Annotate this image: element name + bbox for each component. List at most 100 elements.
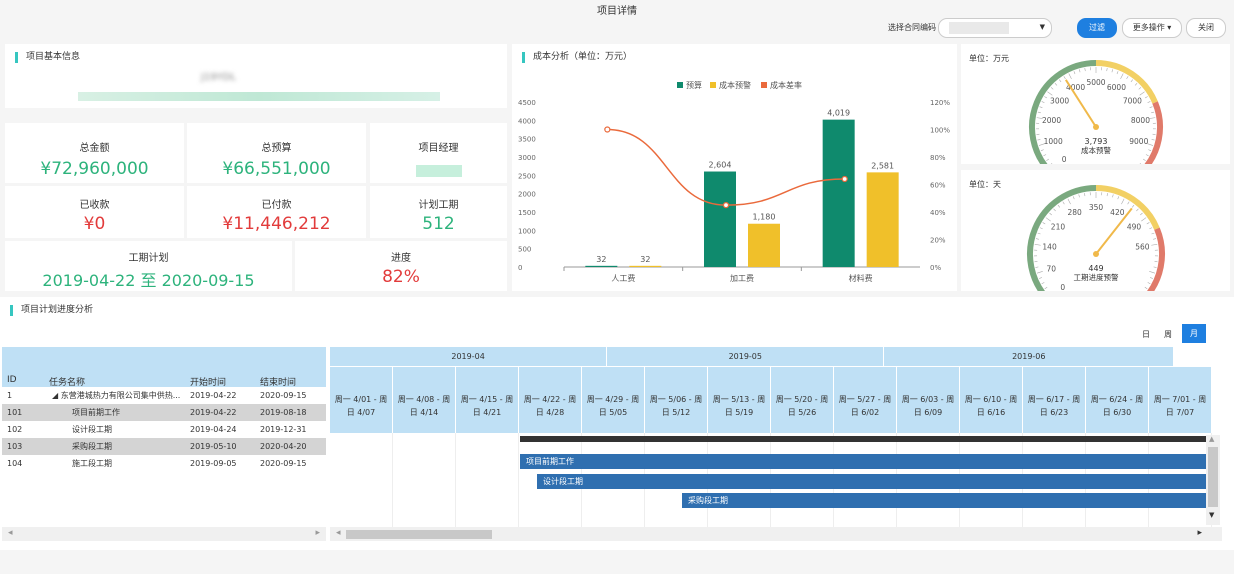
cell-end: 2020-09-15 [260,459,307,468]
y2-tick-label: 100% [930,127,950,135]
week-gridline [392,433,393,527]
timeline-v-scrollbar[interactable]: ▲ ▼ [1206,435,1220,525]
gauge-tick [1037,111,1041,114]
table-row[interactable]: 103 采购段工期 2019-05-10 2020-04-20 [2,438,326,455]
y-tick-label: 4000 [518,117,536,125]
bar[interactable] [866,172,899,267]
gauge-tick-label: 1000 [1044,137,1063,146]
cell-id: 1 [7,391,13,400]
week-header: 周一 6/17 - 周日 6/23 [1023,367,1085,433]
legend-label[interactable]: 成本预警 [719,80,751,90]
bar[interactable] [629,265,662,267]
bar[interactable] [704,171,736,267]
gauge-tick-label: 70 [1047,265,1057,274]
gauge-tick-label: 2000 [1042,116,1061,125]
gantt-bar-design[interactable]: 设计段工期 [537,474,1206,489]
received-label: 已收款 [79,200,110,211]
legend-swatch[interactable] [710,82,716,88]
legend-swatch[interactable] [761,82,767,88]
y-tick-label: 1000 [518,227,536,235]
gauge-band [1146,227,1165,291]
gauge-tick [1106,193,1108,197]
bar[interactable] [585,265,618,267]
grid-scrollbar[interactable]: ◂ ▸ [2,527,326,541]
cell-end: 2019-08-18 [260,408,307,417]
cell-name: 项目前期工作 [72,408,120,417]
gantt-bar-pre-work[interactable]: 项目前期工作 [520,454,1206,469]
gauge-tick [1063,76,1066,80]
rate-point[interactable] [841,175,848,183]
contract-select[interactable]: ▼ [938,18,1052,38]
scroll-right-icon[interactable]: ▸ [315,528,320,538]
filter-button[interactable]: 过滤 [1077,18,1117,38]
week-header: 周一 4/15 - 周日 4/21 [456,367,518,433]
gauge-tick-label: 0 [1062,155,1067,164]
table-row[interactable]: 1 ◢ 东营港城热力有限公司集中供热... 2019-04-22 2020-09-15 [2,387,326,404]
bar[interactable] [748,223,780,267]
gauge-tick [1058,79,1062,83]
gauge-tick [1142,158,1146,161]
y2-tick-label: 20% [930,237,946,245]
gauge-tick [1047,91,1053,96]
month-header: 2019-06 [884,347,1174,366]
gauge-tick-label: 7000 [1123,97,1142,106]
table-row[interactable]: 102 设计段工期 2019-04-24 2019-12-31 [2,421,326,438]
y-tick-label: 0 [518,264,522,272]
project-manager-card: 项目经理 [370,123,507,183]
cell-start: 2019-05-10 [190,442,237,451]
scroll-left-icon[interactable]: ◂ [8,528,13,538]
x-tick-label: 材料费 [849,273,873,283]
gauge-tick [1151,139,1155,141]
timeline-h-scrollbar[interactable]: ◂ ▸ [330,527,1222,541]
gauge-tick-label: 140 [1042,243,1057,252]
total-budget-value: ¥66,551,000 [222,159,331,179]
cell-start: 2019-04-22 [190,391,237,400]
view-week-button[interactable]: 周 [1160,327,1176,342]
scroll-down-icon[interactable]: ▼ [1209,511,1214,519]
gauge-tick [1147,282,1151,285]
gantt-bar-procurement[interactable]: 采购段工期 [682,493,1206,508]
gauge-tick [1149,271,1156,274]
schedule-value: 2019-04-22 至 2020-09-15 [42,271,255,290]
gauge-tick [1146,222,1150,225]
received-value: ¥0 [83,214,106,234]
cell-start: 2019-04-24 [190,425,237,434]
legend-label[interactable]: 成本差率 [770,80,802,90]
legend-swatch[interactable] [677,82,683,88]
gauge-tick [1106,68,1108,72]
gauge-tick [1037,232,1041,235]
gauge-tick [1050,163,1053,164]
gauge-tick [1053,208,1056,212]
gauge-tick [1037,139,1041,141]
cell-id: 103 [7,442,23,451]
gauge-tick [1151,244,1158,246]
gauge-tick [1144,96,1148,99]
more-actions-button[interactable]: 更多操作 ▾ [1122,18,1182,38]
rate-point[interactable] [604,126,611,133]
project-manager-redacted [416,165,462,177]
timeline-scroll-left-icon[interactable]: ◂ [336,528,341,538]
legend-label[interactable]: 预算 [686,80,702,90]
progress-label: 进度 [391,253,411,264]
week-header: 周一 4/22 - 周日 4/28 [519,367,581,433]
col-id-header: ID [7,375,17,385]
gauge-tick-label: 210 [1051,222,1066,231]
view-month-button[interactable]: 月 [1182,324,1206,343]
paid-card: 已付款 ¥11,446,212 [187,186,366,238]
bar-value-label: 32 [596,255,606,264]
basic-info-panel: 项目基本信息 J19YDL [5,44,507,108]
v-scroll-thumb[interactable] [1208,447,1218,507]
table-row[interactable]: 101 项目前期工作 2019-04-22 2019-08-18 [2,404,326,421]
schedule-card: 工期计划 2019-04-22 至 2020-09-15 [5,241,292,291]
scroll-up-icon[interactable]: ▲ [1209,435,1214,443]
timeline-scroll-right-icon[interactable]: ▸ [1197,528,1202,538]
gauge-tick [1045,217,1051,222]
view-day-button[interactable]: 日 [1138,327,1154,342]
table-row[interactable]: 104 施工段工期 2019-09-05 2020-09-15 [2,455,326,472]
close-button[interactable]: 关闭 [1186,18,1226,38]
timeline-scroll-thumb[interactable] [346,530,492,539]
bar[interactable] [822,119,855,268]
gauge-caption: 成本预警 [1081,145,1111,155]
gauge-tick [1134,83,1138,86]
rate-point[interactable] [722,202,730,209]
